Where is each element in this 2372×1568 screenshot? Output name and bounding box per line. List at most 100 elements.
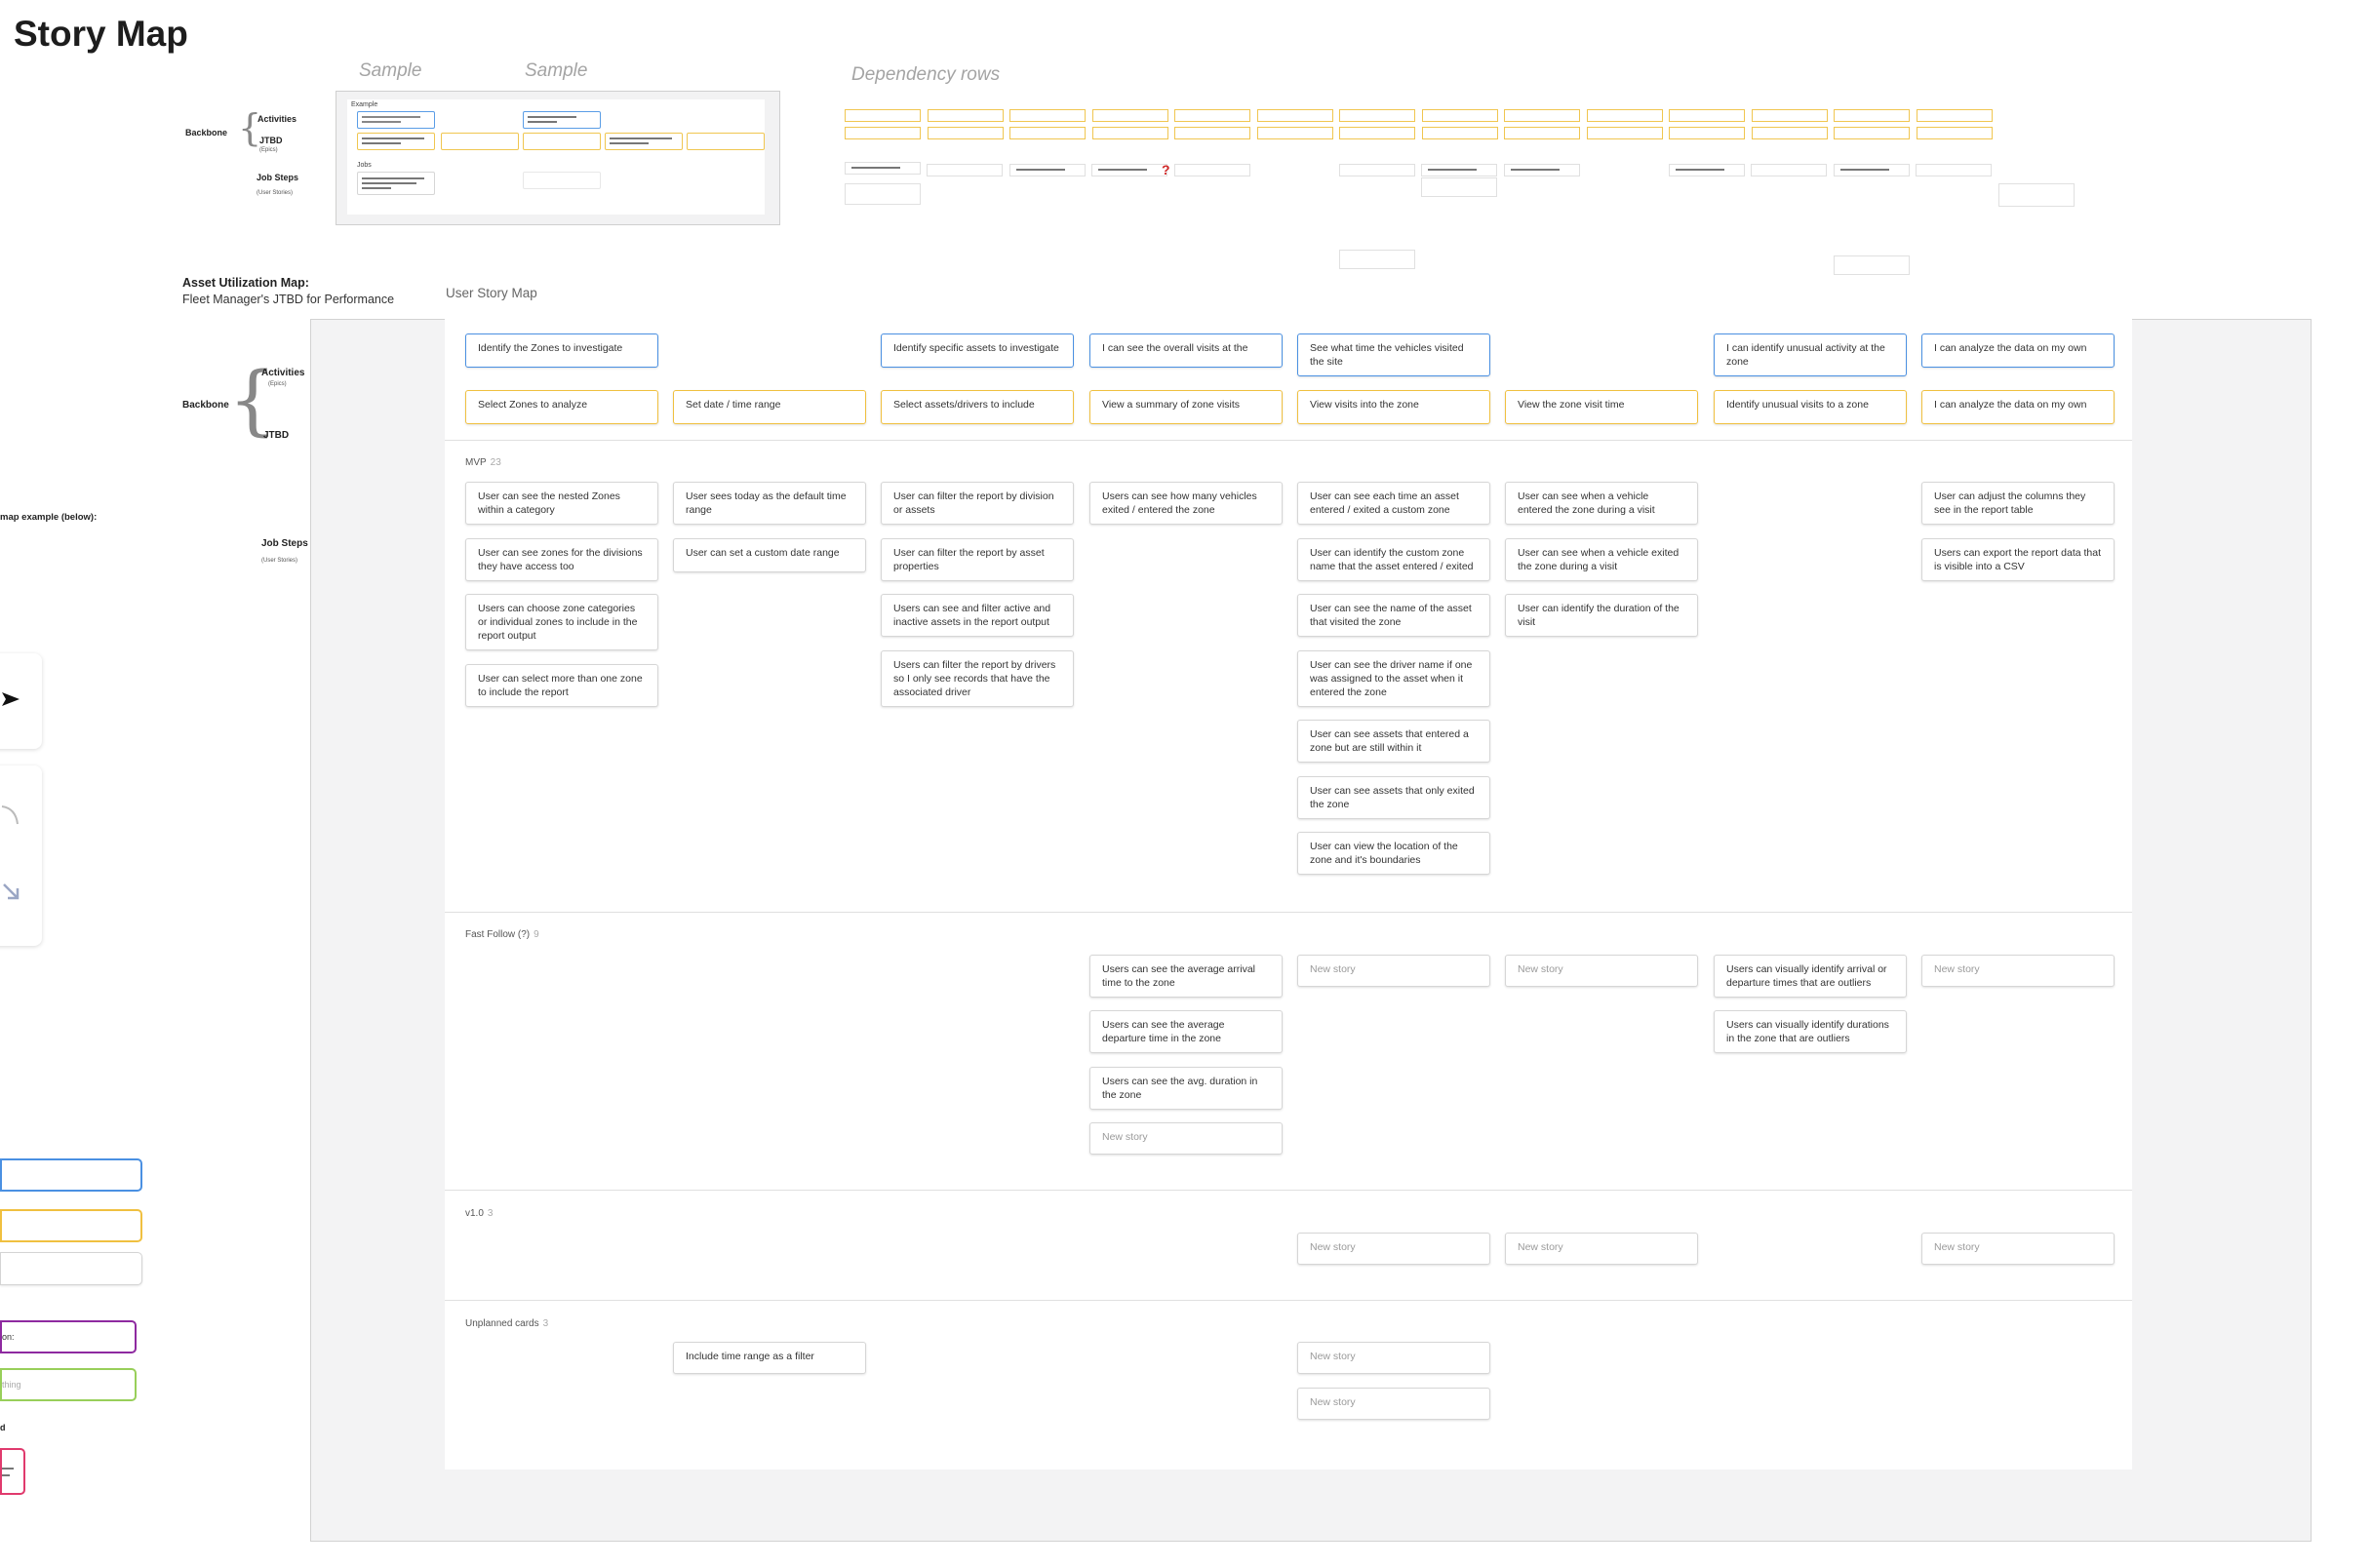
story-card[interactable]: Users can visually identify durations in… <box>1714 1010 1907 1053</box>
story-card[interactable]: User can select more than one zone to in… <box>465 664 658 707</box>
dependency-slot <box>1916 164 1992 176</box>
story-card[interactable]: User can identify the duration of the vi… <box>1505 594 1698 637</box>
story-card[interactable]: Users can see the avg. duration in the z… <box>1089 1067 1283 1110</box>
dependency-slot <box>1586 109 1663 122</box>
jtbd-card[interactable]: Set date / time range <box>673 390 866 424</box>
story-card[interactable]: Users can visually identify arrival or d… <box>1714 955 1907 998</box>
legend-backbone-label: Backbone <box>182 400 229 411</box>
story-card[interactable]: Users can see the average departure time… <box>1089 1010 1283 1053</box>
story-card[interactable]: User can see the driver name if one was … <box>1297 650 1490 707</box>
story-card[interactable]: User can see assets that only exited the… <box>1297 776 1490 819</box>
story-card[interactable]: User sees today as the default time rang… <box>673 482 866 525</box>
new-story-card[interactable]: New story <box>1297 1342 1490 1374</box>
sample-jtbd-card <box>605 133 683 150</box>
release-name: Unplanned cards <box>465 1318 539 1329</box>
tool-card[interactable] <box>0 765 42 946</box>
story-card[interactable]: User can see the nested Zones within a c… <box>465 482 658 525</box>
story-card[interactable]: Include time range as a filter <box>673 1342 866 1374</box>
jtbd-card[interactable]: View the zone visit time <box>1505 390 1698 424</box>
dependency-slot <box>1009 109 1086 122</box>
activity-card[interactable]: I can see the overall visits at the <box>1089 333 1283 368</box>
legend-story-swatch <box>0 1252 142 1285</box>
new-story-card[interactable]: New story <box>1297 1233 1490 1265</box>
dependency-slot <box>1009 127 1086 139</box>
activity-card[interactable]: Identify specific assets to investigate <box>881 333 1074 368</box>
sample-jtbd-card <box>441 133 519 150</box>
dependency-slot <box>927 127 1004 139</box>
new-story-card[interactable]: New story <box>1505 955 1698 987</box>
dependency-slot <box>1751 164 1827 176</box>
legend-jobsteps-sub: (User Stories) <box>261 558 298 564</box>
story-card[interactable]: User can see when a vehicle entered the … <box>1505 482 1698 525</box>
new-story-card[interactable]: New story <box>1921 955 2115 987</box>
mini-activities-label: Activities <box>257 114 297 124</box>
new-story-card[interactable]: New story <box>1921 1233 2115 1265</box>
release-divider <box>445 912 2132 913</box>
story-card[interactable]: Users can see how many vehicles exited /… <box>1089 482 1283 525</box>
dependency-slot <box>1174 127 1250 139</box>
dependency-slot <box>927 164 1003 176</box>
release-divider <box>445 1300 2132 1301</box>
activity-card[interactable]: I can analyze the data on my own <box>1921 333 2115 368</box>
jtbd-card[interactable]: Select assets/drivers to include <box>881 390 1074 424</box>
dependency-slot <box>845 127 921 139</box>
story-card[interactable]: User can see assets that entered a zone … <box>1297 720 1490 763</box>
story-card[interactable]: Users can see and filter active and inac… <box>881 594 1074 637</box>
release-label-v1: v1.0 3 <box>465 1208 493 1219</box>
board-heading: User Story Map <box>446 286 537 300</box>
new-story-card[interactable]: New story <box>1297 1388 1490 1420</box>
sample-jtbd-card <box>523 133 601 150</box>
dependency-slot <box>1421 177 1497 197</box>
jtbd-card[interactable]: I can analyze the data on my own <box>1921 390 2115 424</box>
story-card[interactable]: Users can see the average arrival time t… <box>1089 955 1283 998</box>
dependency-slot <box>1256 127 1333 139</box>
dependency-line <box>1840 169 1889 171</box>
new-story-card[interactable]: New story <box>1505 1233 1698 1265</box>
story-card[interactable]: User can see the name of the asset that … <box>1297 594 1490 637</box>
story-card[interactable]: User can filter the report by asset prop… <box>881 538 1074 581</box>
dependency-slot <box>1998 183 2075 207</box>
sample-board: Example Jobs <box>347 99 765 215</box>
dependency-slot <box>845 109 921 122</box>
jtbd-card[interactable]: Select Zones to analyze <box>465 390 658 424</box>
jtbd-card[interactable]: View a summary of zone visits <box>1089 390 1283 424</box>
dependency-slot <box>1669 164 1745 176</box>
story-card[interactable]: User can adjust the columns they see in … <box>1921 482 2115 525</box>
dependency-slot <box>1256 109 1333 122</box>
release-divider <box>445 440 2132 441</box>
sample-story-card <box>357 172 435 195</box>
dependency-slot <box>1504 127 1580 139</box>
activity-card[interactable]: Identify the Zones to investigate <box>465 333 658 368</box>
story-card[interactable]: Users can filter the report by drivers s… <box>881 650 1074 707</box>
jtbd-card[interactable]: Identify unusual visits to a zone <box>1714 390 1907 424</box>
dependency-line <box>1016 169 1065 171</box>
tool-card[interactable] <box>0 653 42 749</box>
activity-card[interactable]: See what time the vehicles visited the s… <box>1297 333 1490 376</box>
dependency-slot <box>1751 109 1828 122</box>
story-card[interactable]: User can set a custom date range <box>673 538 866 572</box>
dependency-slot <box>1091 109 1168 122</box>
dependency-slot <box>1421 109 1498 122</box>
dependency-slot <box>1669 109 1745 122</box>
activity-card[interactable]: I can identify unusual activity at the z… <box>1714 333 1907 376</box>
story-card[interactable]: Users can export the report data that is… <box>1921 538 2115 581</box>
dependency-strip[interactable]: ? <box>845 105 2075 291</box>
dependency-slot <box>1091 127 1168 139</box>
new-story-card[interactable]: New story <box>1089 1122 1283 1155</box>
dependency-slot <box>1421 164 1497 176</box>
story-card[interactable]: User can view the location of the zone a… <box>1297 832 1490 875</box>
story-card[interactable]: User can see each time an asset entered … <box>1297 482 1490 525</box>
story-card[interactable]: User can see when a vehicle exited the z… <box>1505 538 1698 581</box>
release-label-unplanned: Unplanned cards 3 <box>465 1318 548 1329</box>
dependency-slot <box>1339 127 1415 139</box>
story-card[interactable]: User can filter the report by division o… <box>881 482 1074 525</box>
story-card[interactable]: User can see zones for the divisions the… <box>465 538 658 581</box>
legend-jobsteps-label: Job Steps <box>261 538 308 549</box>
story-card[interactable]: Users can choose zone categories or indi… <box>465 594 658 650</box>
mini-jobsteps-label: Job Steps <box>257 173 299 182</box>
story-card[interactable]: User can identify the custom zone name t… <box>1297 538 1490 581</box>
sample-label: Sample <box>525 60 588 81</box>
release-count: 23 <box>490 457 501 468</box>
new-story-card[interactable]: New story <box>1297 955 1490 987</box>
jtbd-card[interactable]: View visits into the zone <box>1297 390 1490 424</box>
